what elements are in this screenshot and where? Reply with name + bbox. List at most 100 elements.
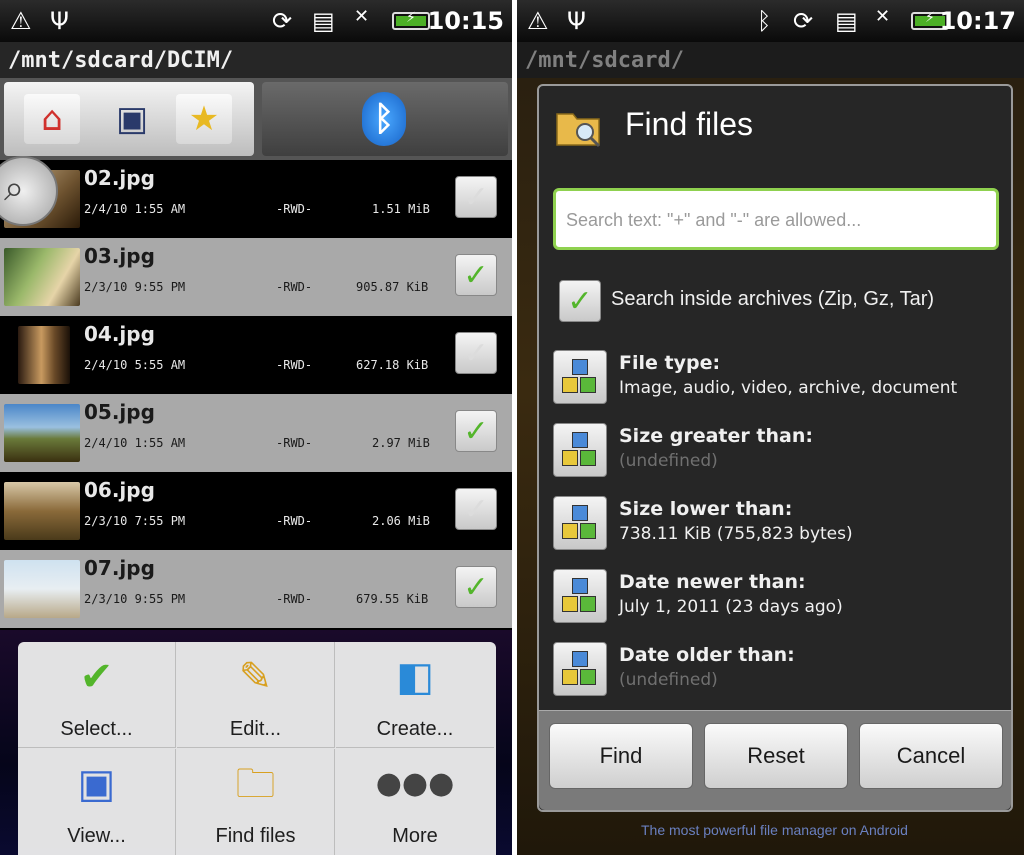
pencil-icon: ✎ <box>238 654 273 700</box>
filter-title: Size lower than: <box>619 498 793 520</box>
file-row[interactable]: 05.jpg 2/4/10 1:55 AM -RWD- 2.97 MiB ✓ <box>0 394 512 472</box>
file-permissions: -RWD- <box>276 202 313 216</box>
file-size: 627.18 KiB <box>356 358 429 372</box>
sim-icon: ▤ <box>312 7 335 35</box>
file-size: 2.97 MiB <box>372 436 430 450</box>
menu-find-files[interactable]: 🗀 Find files <box>177 749 335 855</box>
file-checkbox[interactable]: ✓ <box>455 332 497 374</box>
check-icon: ✓ <box>463 569 489 605</box>
file-permissions: -RWD- <box>276 358 313 372</box>
check-icon: ✓ <box>567 283 593 319</box>
file-row[interactable]: 07.jpg 2/3/10 9:55 PM -RWD- 679.55 KiB ✓ <box>0 550 512 628</box>
search-field[interactable] <box>553 188 999 250</box>
filter-value: July 1, 2011 (23 days ago) <box>619 597 843 617</box>
cancel-button[interactable]: Cancel <box>859 723 1003 789</box>
file-date: 2/4/10 5:55 AM <box>84 358 186 372</box>
file-checkbox[interactable]: ✓ <box>455 410 497 452</box>
more-dots-icon: ●●● <box>375 766 455 801</box>
status-clock: 10:15 <box>427 7 504 35</box>
file-date: 2/3/10 9:55 PM <box>84 592 186 606</box>
status-clock: 10:17 <box>939 7 1016 35</box>
star-icon: ★ <box>188 99 220 139</box>
no-signal-icon: ✕ <box>354 6 370 27</box>
filter-value: (undefined) <box>619 670 718 690</box>
filter-title: Date older than: <box>619 644 795 666</box>
find-button[interactable]: Find <box>549 723 693 789</box>
menu-view[interactable]: ▣ View... <box>18 749 176 855</box>
file-date: 2/3/10 7:55 PM <box>84 514 186 528</box>
file-date: 2/4/10 1:55 AM <box>84 202 186 216</box>
file-size: 679.55 KiB <box>356 592 429 606</box>
search-archives-label: Search inside archives (Zip, Gz, Tar) <box>611 288 935 310</box>
file-name: 06.jpg <box>84 478 155 502</box>
file-row[interactable]: 06.jpg 2/3/10 7:55 PM -RWD- 2.06 MiB ✓ <box>0 472 512 550</box>
file-checkbox[interactable]: ✓ <box>455 176 497 218</box>
alert-icon: ⚠ <box>527 7 549 35</box>
tab-bar: ⌂ ▣ ★ ᛒ <box>0 78 512 160</box>
file-date: 2/3/10 9:55 PM <box>84 280 186 294</box>
tab-group-local: ⌂ ▣ ★ <box>4 82 254 156</box>
home-icon: ⌂ <box>41 99 63 139</box>
file-permissions: -RWD- <box>276 514 313 528</box>
menu-more[interactable]: ●●● More <box>336 749 494 855</box>
menu-edit-label: Edit... <box>229 718 282 740</box>
filter-size-greater[interactable]: Size greater than: (undefined) <box>553 419 1003 481</box>
device-tab[interactable]: ▣ <box>104 94 160 144</box>
file-checkbox[interactable]: ✓ <box>455 566 497 608</box>
filter-file-type[interactable]: File type: Image, audio, video, archive,… <box>553 346 1003 408</box>
promo-tagline: The most powerful file manager on Androi… <box>641 822 908 838</box>
file-name: 03.jpg <box>84 244 155 268</box>
file-thumbnail <box>4 248 80 306</box>
menu-select-label: Select... <box>60 718 133 740</box>
file-name: 04.jpg <box>84 322 155 346</box>
file-row[interactable]: 02.jpg 2/4/10 1:55 AM -RWD- 1.51 MiB ✓ <box>0 160 512 238</box>
file-permissions: -RWD- <box>276 592 313 606</box>
menu-select[interactable]: ✔ Select... <box>18 642 176 748</box>
new-item-icon: ◧ <box>396 654 434 700</box>
file-thumbnail <box>4 404 80 462</box>
sim-icon: ▤ <box>835 7 858 35</box>
menu-create[interactable]: ◧ Create... <box>336 642 494 748</box>
reset-button[interactable]: Reset <box>704 723 848 789</box>
favorites-tab[interactable]: ★ <box>176 94 232 144</box>
filter-size-lower[interactable]: Size lower than: 738.11 KiB (755,823 byt… <box>553 492 1003 554</box>
file-name: 02.jpg <box>84 166 155 190</box>
file-row[interactable]: 03.jpg 2/3/10 9:55 PM -RWD- 905.87 KiB ✓ <box>0 238 512 316</box>
file-checkbox[interactable]: ✓ <box>455 488 497 530</box>
file-checkbox[interactable]: ✓ <box>455 254 497 296</box>
check-icon: ✓ <box>463 413 489 449</box>
dialog-title: Find files <box>625 106 754 142</box>
blocks-icon <box>553 423 607 477</box>
home-tab[interactable]: ⌂ <box>24 94 80 144</box>
dialog-button-bar: Find Reset Cancel <box>539 710 1011 810</box>
device-icon: ▣ <box>115 99 149 139</box>
folder-search-icon <box>556 113 601 148</box>
file-row[interactable]: 04.jpg 2/4/10 5:55 AM -RWD- 627.18 KiB ✓ <box>0 316 512 394</box>
menu-edit[interactable]: ✎ Edit... <box>177 642 335 748</box>
file-size: 905.87 KiB <box>356 280 429 294</box>
filter-date-older[interactable]: Date older than: (undefined) <box>553 638 1003 700</box>
current-path: /mnt/sdcard/DCIM/ <box>8 48 234 73</box>
filter-date-newer[interactable]: Date newer than: July 1, 2011 (23 days a… <box>553 565 1003 627</box>
bluetooth-status-icon: ᛒ <box>757 7 772 35</box>
file-size: 1.51 MiB <box>372 202 430 216</box>
file-permissions: -RWD- <box>276 436 313 450</box>
search-input[interactable] <box>566 205 986 235</box>
right-phone-screen: ⚠ Ψ ᛒ ⟳ ▤ ✕ ⚡ 10:17 /mnt/sdcard/ Find fi… <box>517 0 1024 855</box>
file-thumbnail <box>4 560 80 618</box>
filter-value: 738.11 KiB (755,823 bytes) <box>619 524 853 544</box>
menu-create-label: Create... <box>376 718 454 740</box>
menu-view-label: View... <box>67 825 126 847</box>
search-archives-option[interactable]: ✓ Search inside archives (Zip, Gz, Tar) <box>559 278 999 324</box>
monitor-icon: ▣ <box>77 761 116 807</box>
sync-icon: ⟳ <box>793 7 814 35</box>
check-icon: ✓ <box>463 335 489 371</box>
status-bar: ⚠ Ψ ᛒ ⟳ ▤ ✕ ⚡ 10:17 <box>517 0 1024 42</box>
filter-title: Size greater than: <box>619 425 813 447</box>
search-archives-checkbox[interactable]: ✓ <box>559 280 601 322</box>
menu-find-files-label: Find files <box>215 825 296 847</box>
filter-title: Date newer than: <box>619 571 806 593</box>
file-name: 07.jpg <box>84 556 155 580</box>
no-signal-icon: ✕ <box>875 6 891 27</box>
bluetooth-tab[interactable]: ᛒ <box>262 82 508 156</box>
